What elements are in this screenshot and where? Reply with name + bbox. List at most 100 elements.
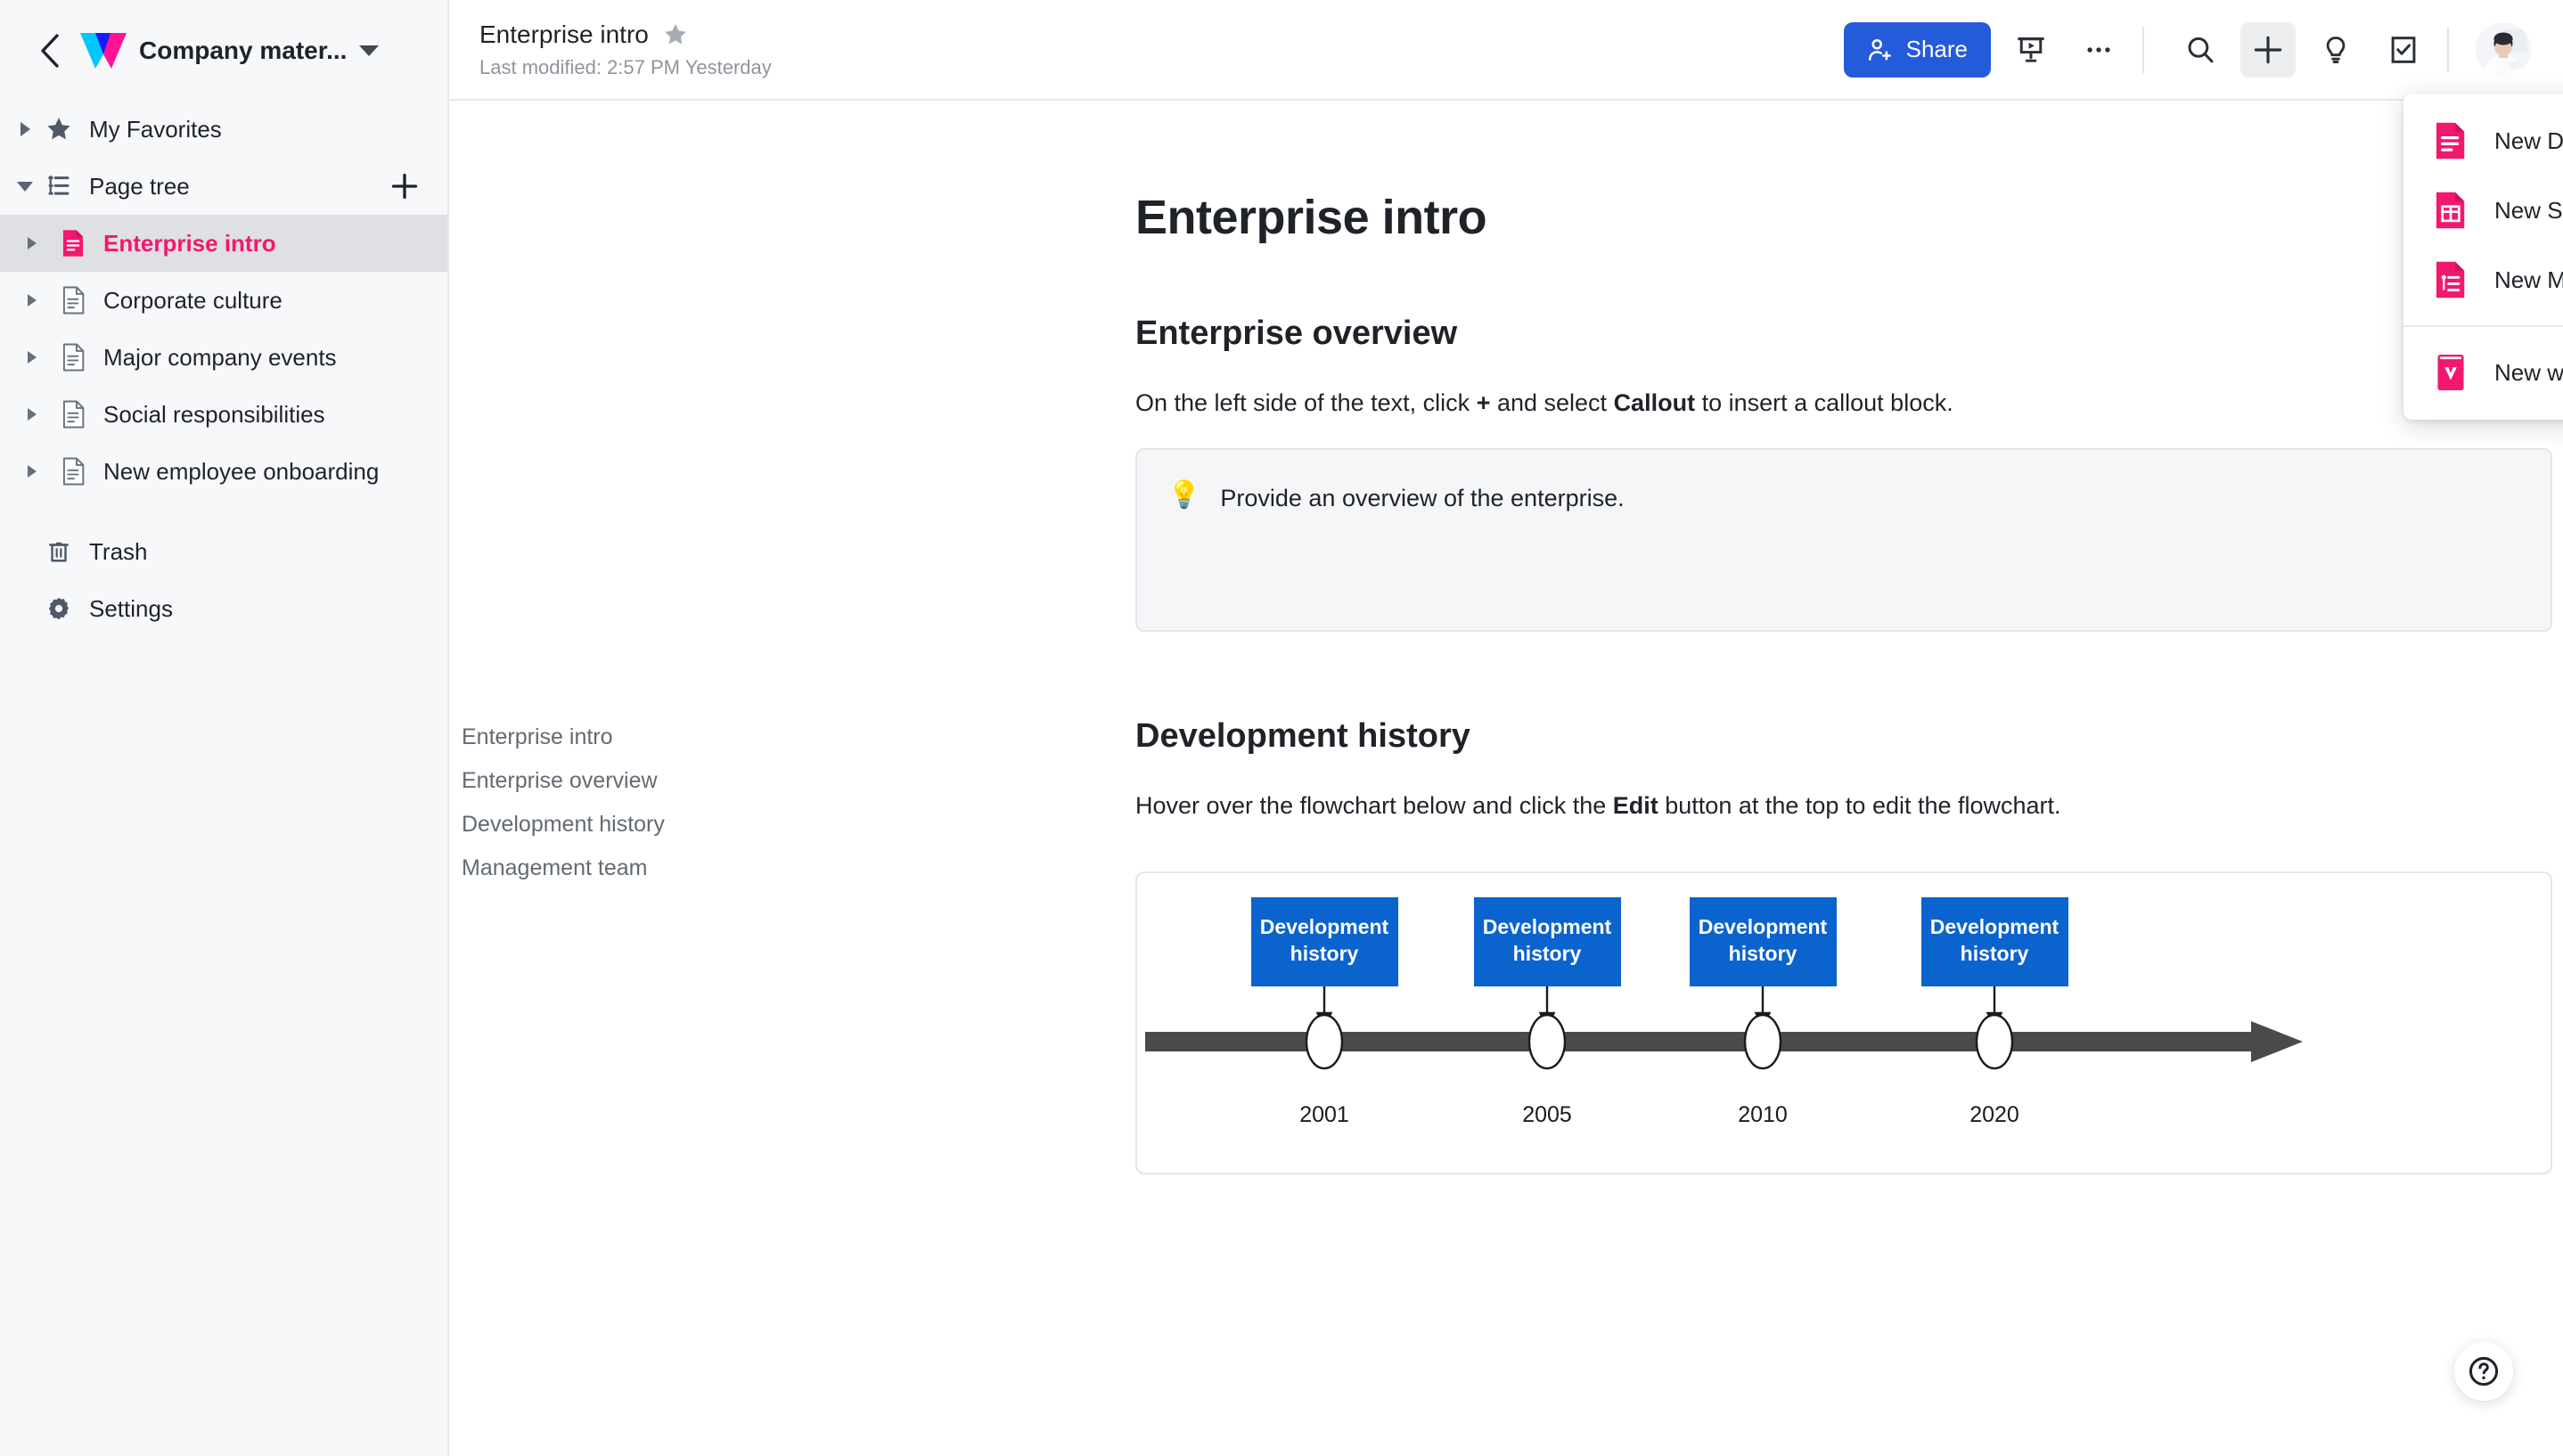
outline-item-management-team[interactable]: Management team (462, 847, 836, 890)
task-checkbox-icon (2391, 36, 2416, 63)
expand-triangle-icon[interactable] (9, 237, 55, 249)
outline-item-development-history[interactable]: Development history (462, 803, 836, 847)
gear-icon (41, 596, 77, 621)
workspace-title: Company mater... (139, 36, 348, 64)
top-bar: Enterprise intro Last modified: 2:57 PM … (449, 0, 2563, 101)
document-scroll-area: Enterprise intro Enterprise overview Dev… (449, 101, 2563, 1456)
toolbar-divider (2447, 26, 2449, 73)
menu-item-new-docs[interactable]: New Docs (2403, 106, 2563, 176)
back-button[interactable] (30, 31, 70, 70)
paragraph-bold-edit: Edit (1612, 791, 1658, 819)
paragraph-callout-instruction: On the left side of the text, click + an… (1135, 385, 2312, 421)
timeline-node-label: history (1961, 942, 2029, 965)
sidebar-header: Company mater... (0, 0, 447, 101)
presentation-button[interactable] (2003, 22, 2059, 78)
sidebar-item-enterprise-intro[interactable]: Enterprise intro (0, 215, 447, 272)
outline-item-enterprise-intro[interactable]: Enterprise intro (462, 716, 836, 759)
sidebar-item-label: Social responsibilities (103, 400, 325, 428)
timeline-node-label: Development (1930, 915, 2059, 938)
tasks-button[interactable] (2376, 22, 2431, 78)
paragraph-text-post: to insert a callout block. (1695, 389, 1953, 416)
menu-item-new-workspace[interactable]: New workspace (2403, 338, 2563, 407)
timeline-node-label: history (1290, 942, 1359, 965)
document-meta: Enterprise intro Last modified: 2:57 PM … (479, 20, 772, 79)
search-button[interactable] (2173, 22, 2228, 78)
help-button[interactable] (2454, 1342, 2513, 1401)
flowchart-block[interactable]: Development history 2001 Development his… (1135, 871, 2552, 1174)
outline-item-enterprise-overview[interactable]: Enterprise overview (462, 759, 836, 803)
outline-panel: Enterprise intro Enterprise overview Dev… (462, 716, 836, 890)
new-workspace-icon (2434, 353, 2473, 392)
menu-item-label: New Docs (2494, 127, 2563, 154)
trash-icon (41, 539, 77, 564)
new-sheets-icon (2434, 191, 2473, 230)
plus-icon (391, 173, 418, 200)
sidebar-item-new-employee-onboarding[interactable]: New employee onboarding (0, 443, 447, 500)
document-heading-1: Enterprise intro (1135, 191, 1487, 244)
expand-triangle-icon[interactable] (9, 122, 41, 136)
expand-triangle-icon[interactable] (9, 351, 55, 364)
paragraph-text-pre: Hover over the flowchart below and click… (1135, 791, 1613, 819)
share-label: Share (1905, 36, 1968, 62)
sidebar-item-label: Trash (89, 537, 148, 565)
callout-block[interactable]: 💡 Provide an overview of the enterprise. (1135, 447, 2552, 632)
sidebar-item-label: Page tree (89, 172, 190, 200)
timeline-year-label: 2001 (1299, 1102, 1349, 1127)
page-title: Enterprise intro (479, 20, 649, 48)
more-horizontal-icon (2087, 46, 2110, 53)
menu-item-new-sheets[interactable]: New Sheets (2403, 176, 2563, 245)
paragraph-text-mid: and select (1490, 389, 1614, 416)
timeline-year-label: 2010 (1738, 1102, 1788, 1127)
create-new-button[interactable] (2240, 21, 2296, 78)
collapse-triangle-icon[interactable] (9, 181, 41, 192)
tips-button[interactable] (2308, 22, 2363, 78)
timeline-year-label: 2005 (1522, 1102, 1572, 1127)
expand-triangle-icon[interactable] (9, 408, 55, 421)
doc-icon (55, 343, 91, 372)
menu-item-label: New Sheets (2494, 196, 2563, 224)
sidebar-item-label: New employee onboarding (103, 457, 380, 485)
lightbulb-icon (2326, 36, 2346, 63)
plus-icon (2254, 36, 2282, 63)
user-avatar (2476, 21, 2531, 78)
lightbulb-emoji-icon: 💡 (1167, 479, 1201, 510)
menu-item-new-mindnotes[interactable]: New MindNotes (2403, 245, 2563, 315)
callout-text: Provide an overview of the enterprise. (1220, 484, 1625, 511)
timeline-chart: Development history 2001 Development his… (1145, 897, 2303, 1127)
sidebar-item-label: Corporate culture (103, 286, 283, 314)
timeline-year-label: 2020 (1969, 1102, 2019, 1127)
sidebar-item-label: Enterprise intro (103, 229, 276, 257)
star-icon (41, 116, 77, 143)
wps-logo-icon (80, 31, 127, 70)
menu-item-label: New MindNotes (2494, 266, 2563, 293)
new-mindnotes-icon (2434, 260, 2473, 299)
sidebar-item-major-company-events[interactable]: Major company events (0, 329, 447, 386)
timeline-node-label: history (1729, 942, 1797, 965)
expand-triangle-icon[interactable] (9, 294, 55, 307)
share-button[interactable]: Share (1843, 21, 1991, 78)
star-icon (665, 23, 686, 44)
sidebar-item-social-responsibilities[interactable]: Social responsibilities (0, 386, 447, 443)
paragraph-bold-plus: + (1476, 389, 1491, 416)
chevron-down-icon[interactable] (359, 45, 380, 56)
sidebar-item-corporate-culture[interactable]: Corporate culture (0, 272, 447, 329)
doc-icon (55, 457, 91, 486)
timeline-node-label: Development (1260, 915, 1389, 938)
avatar[interactable] (2476, 21, 2531, 78)
question-circle-icon (2469, 1356, 2499, 1386)
sidebar-item-trash[interactable]: Trash (0, 523, 447, 580)
sidebar-item-settings[interactable]: Settings (0, 580, 447, 637)
favorite-star-button[interactable] (663, 22, 688, 47)
expand-triangle-icon[interactable] (9, 465, 55, 478)
timeline-node-label: history (1513, 942, 1582, 965)
sidebar-item-my-favorites[interactable]: My Favorites (0, 101, 447, 158)
timeline-node-label: Development (1483, 915, 1612, 938)
sidebar-item-label: Major company events (103, 343, 337, 371)
more-options-button[interactable] (2071, 22, 2126, 78)
sidebar-item-page-tree[interactable]: Page tree (0, 158, 447, 215)
doc-icon (55, 286, 91, 315)
doc-icon (55, 400, 91, 429)
timeline-node-label: Development (1699, 915, 1828, 938)
add-page-button[interactable] (387, 168, 422, 204)
paragraph-flowchart-instruction: Hover over the flowchart below and click… (1135, 788, 2312, 824)
